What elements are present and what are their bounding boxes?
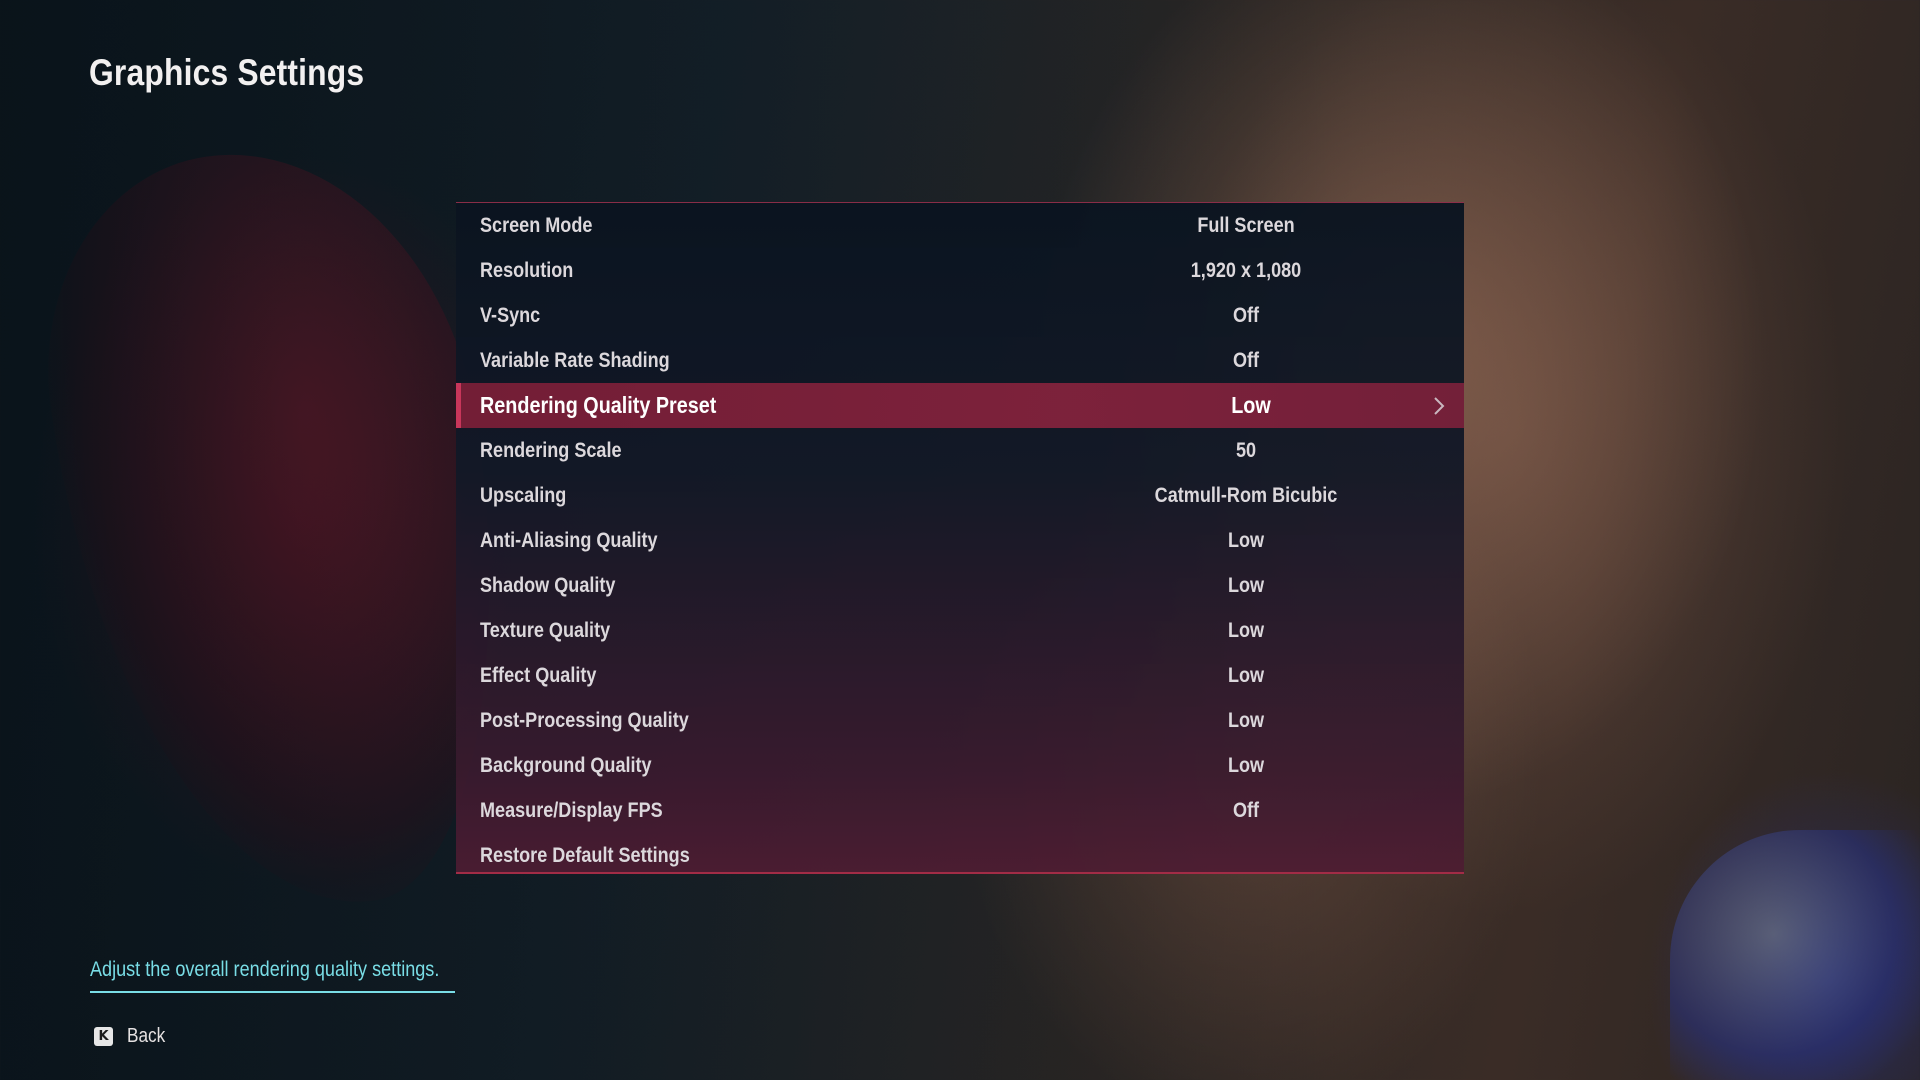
setting-row-rendering-scale[interactable]: Rendering Scale 50 (456, 428, 1464, 473)
setting-row-post-processing-quality[interactable]: Post-Processing Quality Low (456, 698, 1464, 743)
setting-row-v-sync[interactable]: V-Sync Off (456, 293, 1464, 338)
setting-row-texture-quality[interactable]: Texture Quality Low (456, 608, 1464, 653)
setting-label: V-Sync (480, 304, 541, 327)
setting-row-measure-display-fps[interactable]: Measure/Display FPS Off (456, 788, 1464, 833)
setting-value: Low (1231, 392, 1271, 418)
setting-row-screen-mode[interactable]: Screen Mode Full Screen (456, 203, 1464, 248)
setting-value: Full Screen (1197, 214, 1295, 237)
setting-label: Anti-Aliasing Quality (480, 529, 658, 552)
setting-label: Screen Mode (480, 214, 593, 237)
setting-value: Catmull-Rom Bicubic (1154, 484, 1338, 507)
setting-row-anti-aliasing-quality[interactable]: Anti-Aliasing Quality Low (456, 518, 1464, 563)
setting-row-resolution[interactable]: Resolution 1,920 x 1,080 (456, 248, 1464, 293)
hint-underline (90, 991, 455, 993)
setting-row-effect-quality[interactable]: Effect Quality Low (456, 653, 1464, 698)
chevron-right-icon[interactable] (1429, 383, 1449, 428)
setting-value: Low (1227, 754, 1265, 777)
setting-label: Measure/Display FPS (480, 799, 663, 822)
setting-label: Rendering Quality Preset (480, 392, 717, 418)
setting-label: Background Quality (480, 754, 652, 777)
hint-text: Adjust the overall rendering quality set… (90, 958, 440, 981)
setting-label: Effect Quality (480, 664, 597, 687)
setting-value: Off (1232, 799, 1260, 822)
back-label: Back (127, 1024, 166, 1047)
setting-label: Shadow Quality (480, 574, 616, 597)
setting-value: Low (1227, 529, 1265, 552)
setting-row-rendering-quality-preset[interactable]: Rendering Quality Preset Low (456, 383, 1464, 428)
setting-row-upscaling[interactable]: Upscaling Catmull-Rom Bicubic (456, 473, 1464, 518)
setting-label: Texture Quality (480, 619, 611, 642)
restore-default-settings-button[interactable]: Restore Default Settings (456, 833, 1464, 878)
setting-row-variable-rate-shading[interactable]: Variable Rate Shading Off (456, 338, 1464, 383)
setting-value: Off (1232, 349, 1260, 372)
setting-value: Low (1227, 574, 1265, 597)
setting-row-background-quality[interactable]: Background Quality Low (456, 743, 1464, 788)
settings-panel: Screen Mode Full Screen Resolution 1,920… (456, 202, 1464, 874)
background-collar (1670, 830, 1920, 1080)
setting-value: 50 (1235, 439, 1257, 462)
back-button[interactable]: K Back (94, 1024, 171, 1048)
setting-label: Post-Processing Quality (480, 709, 689, 732)
setting-label: Resolution (480, 259, 574, 282)
setting-label: Rendering Scale (480, 439, 622, 462)
setting-label: Restore Default Settings (480, 844, 690, 867)
page-title: Graphics Settings (89, 52, 365, 93)
setting-value: Low (1227, 664, 1265, 687)
keyboard-key-icon: K (94, 1026, 113, 1046)
setting-label: Variable Rate Shading (480, 349, 670, 372)
setting-value: Low (1227, 619, 1265, 642)
setting-label: Upscaling (480, 484, 567, 507)
setting-row-shadow-quality[interactable]: Shadow Quality Low (456, 563, 1464, 608)
setting-value: Off (1232, 304, 1260, 327)
setting-value: Low (1227, 709, 1265, 732)
setting-value: 1,920 x 1,080 (1190, 259, 1302, 282)
